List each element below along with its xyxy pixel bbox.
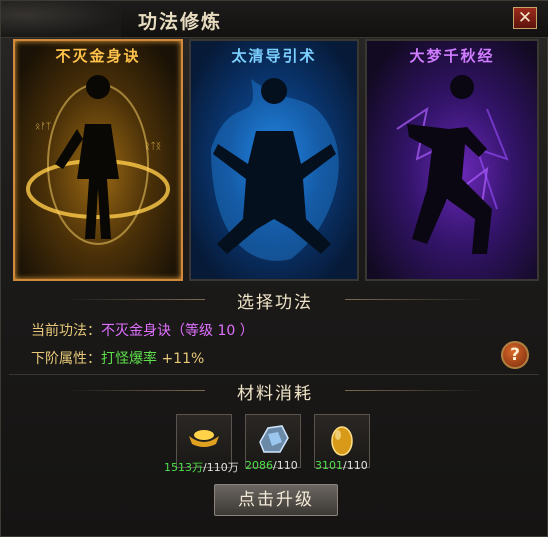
purple-lightning-figure-icon	[396, 75, 509, 254]
next-attribute-name: 打怪爆率	[101, 351, 157, 367]
technique-cards: 不灭金身诀 ᛟᚠᛉ ᚱᛏᛝ 太清导引术 大梦千秋经	[9, 39, 539, 283]
window-title: 功法修炼	[138, 11, 223, 33]
help-button[interactable]: ?	[501, 341, 529, 369]
material-count-gold: 1513万/110万	[164, 461, 239, 474]
svg-text:ᛟᚠᛉ: ᛟᚠᛉ	[35, 121, 51, 132]
blue-flame-figure-icon	[211, 78, 339, 261]
technique-name: 不灭金身诀	[55, 47, 141, 65]
next-attribute-bonus: +11%	[161, 351, 205, 367]
golden-aura-figure-icon: ᛟᚠᛉ ᚱᛏᛝ	[26, 75, 170, 245]
next-attribute-label: 下阶属性：	[31, 351, 101, 367]
current-technique-row: 当前功法：不灭金身诀（等级 10 ）	[31, 320, 254, 340]
svg-text:ᚱᛏᛝ: ᚱᛏᛝ	[145, 141, 161, 152]
section-title: 选择功法	[237, 293, 313, 313]
technique-card-taiqing[interactable]: 太清导引术	[189, 39, 359, 281]
divider	[9, 374, 539, 375]
technique-name: 大梦千秋经	[409, 47, 495, 65]
material-count-crystal: 2086/110	[245, 459, 298, 472]
upgrade-button[interactable]: 点击升级	[214, 484, 338, 516]
current-technique-label: 当前功法：	[31, 323, 101, 339]
section-title: 材料消耗	[237, 384, 313, 404]
close-button[interactable]: ✕	[513, 7, 537, 29]
gold-ingot-icon	[189, 430, 219, 447]
current-technique-value: 不灭金身诀（等级 10 ）	[101, 323, 254, 339]
cultivation-window: 功法修炼 ✕ 不灭金身诀 ᛟᚠᛉ ᚱᛏᛝ 太清导引术 大梦千秋经 选择功法 当前…	[0, 0, 548, 537]
technique-card-dream[interactable]: 大梦千秋经	[365, 39, 539, 281]
technique-card-golden-body[interactable]: 不灭金身诀 ᛟᚠᛉ ᚱᛏᛝ	[13, 39, 183, 281]
material-count-egg: 3101/110	[315, 459, 368, 472]
select-technique-header: 选择功法	[1, 286, 548, 313]
technique-name: 太清导引术	[231, 47, 317, 65]
next-attribute-row: 下阶属性：打怪爆率 +11%	[31, 348, 204, 368]
dragon-ornament	[1, 1, 121, 37]
crystal-ore-icon	[259, 425, 289, 453]
golden-egg-icon	[331, 426, 353, 456]
title-bar: 功法修炼 ✕	[1, 1, 548, 38]
materials-header: 材料消耗	[1, 377, 548, 404]
